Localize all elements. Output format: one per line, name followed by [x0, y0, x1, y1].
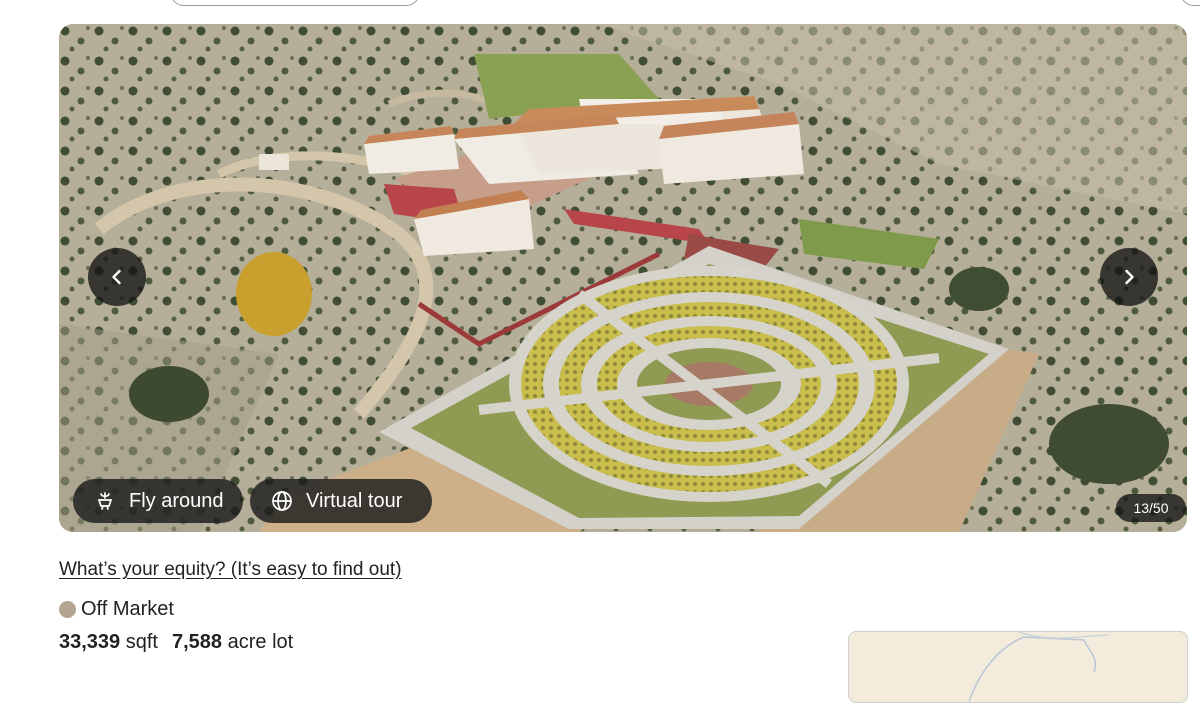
next-photo-button[interactable]: [1100, 248, 1158, 306]
status-text: Off Market: [81, 598, 174, 620]
map-lines: [968, 632, 1110, 702]
property-facts: 33,339 sqft 7,588 acre lot: [59, 631, 293, 654]
property-aerial-photo: [59, 24, 1187, 532]
listing-status: Off Market: [59, 598, 174, 621]
drone-icon: [93, 489, 117, 513]
status-dot: [59, 601, 76, 618]
chevron-right-icon: [1125, 269, 1134, 285]
fly-around-button[interactable]: Fly around: [73, 479, 243, 523]
lot-unit: acre lot: [227, 631, 294, 653]
map-thumbnail[interactable]: [848, 631, 1188, 703]
chevron-left-icon: [112, 269, 121, 285]
top-right-pill[interactable]: [1180, 0, 1200, 6]
sqft-unit: sqft: [125, 631, 158, 653]
fly-around-label: Fly around: [129, 489, 224, 512]
previous-photo-button[interactable]: [88, 248, 146, 306]
virtual-tour-label: Virtual tour: [306, 489, 403, 512]
photo-counter: 13/50: [1116, 494, 1186, 522]
virtual-tour-button[interactable]: Virtual tour: [250, 479, 432, 523]
equity-link[interactable]: What’s your equity? (It’s easy to find o…: [59, 559, 402, 581]
sqft-value: 33,339: [59, 631, 121, 653]
globe-icon: [270, 489, 294, 513]
photo-gallery: Fly around Virtual tour 13/50: [59, 24, 1187, 532]
lot-value: 7,588: [171, 631, 223, 653]
top-search-pill[interactable]: [170, 0, 420, 6]
